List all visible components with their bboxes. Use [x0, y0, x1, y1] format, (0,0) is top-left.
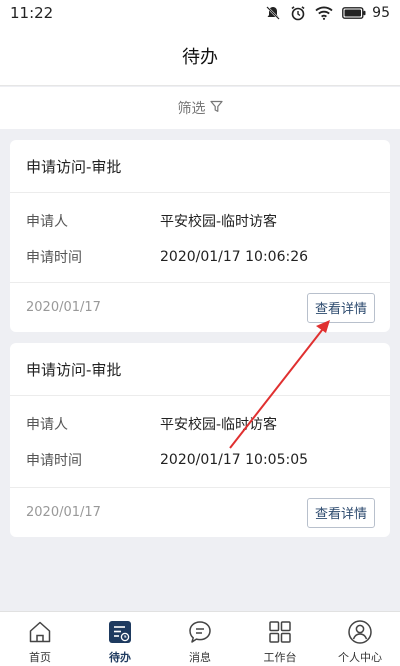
field-value: 2020/01/17 10:06:26: [160, 249, 309, 265]
field-value: 2020/01/17 10:05:05: [160, 452, 309, 468]
field-row: 申请人 平安校园-临时访客: [26, 211, 277, 231]
status-bar: 11:22 95: [0, 0, 400, 26]
card-date: 2020/01/17: [26, 300, 101, 315]
field-row: 申请时间 2020/01/17 10:06:26: [26, 247, 308, 267]
card-body: 申请人 平安校园-临时访客 申请时间 2020/01/17 10:06:26: [10, 193, 390, 281]
tab-messages[interactable]: 消息: [160, 612, 240, 666]
card-footer: 2020/01/17 查看详情: [10, 487, 390, 537]
tab-profile[interactable]: 个人中心: [320, 612, 400, 666]
field-label: 申请人: [26, 417, 68, 433]
alarm-icon: [290, 5, 306, 21]
filter-funnel-icon: [209, 100, 223, 117]
status-icons: 95: [265, 5, 390, 21]
field-value: 平安校园-临时访客: [160, 417, 278, 433]
task-card: 申请访问-审批 申请人 平安校园-临时访客 申请时间 2020/01/17 10…: [10, 343, 390, 537]
tab-label: 个人中心: [338, 651, 382, 664]
tab-label: 消息: [189, 651, 211, 664]
tab-home[interactable]: 首页: [0, 612, 80, 666]
tab-label: 待办: [109, 651, 131, 664]
wifi-icon: [315, 6, 333, 20]
field-label: 申请时间: [26, 250, 82, 266]
field-row: 申请人 平安校园-临时访客: [26, 414, 277, 434]
task-card: 申请访问-审批 申请人 平安校园-临时访客 申请时间 2020/01/17 10…: [10, 140, 390, 332]
card-body: 申请人 平安校园-临时访客 申请时间 2020/01/17 10:05:05: [10, 396, 390, 484]
field-row: 申请时间 2020/01/17 10:05:05: [26, 450, 308, 470]
field-label: 申请时间: [26, 453, 82, 469]
filter-label: 筛选: [177, 101, 206, 117]
person-icon: [346, 618, 374, 646]
tab-label: 工作台: [263, 651, 297, 664]
field-label: 申请人: [26, 214, 68, 230]
battery-level: 95: [372, 5, 390, 21]
message-icon: [186, 618, 214, 646]
tab-todo[interactable]: 待办: [80, 612, 160, 666]
nav-bar: 待办: [0, 26, 400, 86]
tab-workbench[interactable]: 工作台: [240, 612, 320, 666]
todo-icon: [106, 618, 134, 646]
card-title: 申请访问-审批: [10, 140, 390, 193]
view-details-button[interactable]: 查看详情: [306, 497, 375, 528]
card-footer: 2020/01/17 查看详情: [10, 282, 390, 332]
status-time: 11:22: [10, 4, 54, 22]
view-details-button[interactable]: 查看详情: [306, 292, 375, 323]
bottom-tab-bar: 首页 待办 消息 工作台 个人中心: [0, 611, 400, 666]
filter-button[interactable]: 筛选: [0, 87, 400, 129]
home-icon: [26, 618, 54, 646]
tab-label: 首页: [29, 651, 51, 664]
battery-icon: [342, 7, 366, 19]
mute-bell-icon: [265, 5, 281, 21]
field-value: 平安校园-临时访客: [160, 214, 278, 230]
card-title: 申请访问-审批: [10, 343, 390, 396]
grid-icon: [266, 618, 294, 646]
page-title: 待办: [182, 46, 218, 68]
card-date: 2020/01/17: [26, 505, 101, 520]
